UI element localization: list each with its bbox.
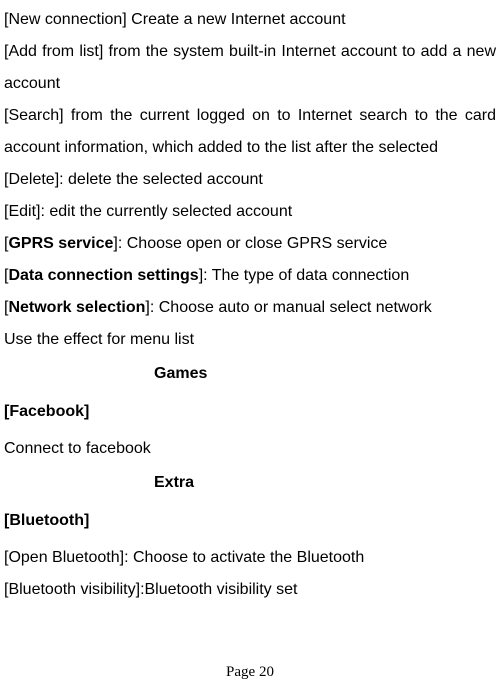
effect-line: Use the effect for menu list bbox=[4, 324, 496, 356]
item-desc: : delete the selected account bbox=[59, 171, 263, 188]
item-network-selection: [Network selection]: Choose auto or manu… bbox=[4, 292, 496, 324]
item-label: [Add from list] bbox=[4, 43, 103, 60]
item-label: [Open Bluetooth] bbox=[4, 549, 124, 566]
page-number: Page 20 bbox=[0, 664, 500, 681]
item-desc: from the current logged on to Internet s… bbox=[4, 107, 496, 156]
item-label: GPRS service bbox=[8, 235, 113, 252]
item-desc: Create a new Internet account bbox=[127, 11, 346, 28]
item-delete: [Delete]: delete the selected account bbox=[4, 164, 496, 196]
item-open-bluetooth: [Open Bluetooth]: Choose to activate the… bbox=[4, 542, 496, 574]
item-desc: : Choose to activate the Bluetooth bbox=[124, 549, 364, 566]
item-desc: : The type of data connection bbox=[203, 267, 409, 284]
item-desc: :Bluetooth visibility set bbox=[140, 581, 297, 598]
item-label: Network selection bbox=[8, 299, 145, 316]
section-heading-extra: Extra bbox=[154, 465, 496, 500]
item-desc: : Choose auto or manual select network bbox=[150, 299, 432, 316]
item-new-connection: [New connection] Create a new Internet a… bbox=[4, 4, 496, 36]
section-heading-games: Games bbox=[154, 356, 496, 391]
item-label: [Search] bbox=[4, 107, 64, 124]
item-search: [Search] from the current logged on to I… bbox=[4, 100, 496, 164]
item-facebook-label: [Facebook] bbox=[4, 391, 496, 433]
item-label: [New connection] bbox=[4, 11, 127, 28]
item-desc: : Choose open or close GPRS service bbox=[118, 235, 387, 252]
item-edit: [Edit]: edit the currently selected acco… bbox=[4, 196, 496, 228]
item-label: [Delete] bbox=[4, 171, 59, 188]
item-data-connection: [Data connection settings]: The type of … bbox=[4, 260, 496, 292]
item-label: Data connection settings bbox=[8, 267, 198, 284]
item-label: [Bluetooth visibility] bbox=[4, 581, 140, 598]
item-add-from-list: [Add from list] from the system built-in… bbox=[4, 36, 496, 100]
item-desc: : edit the currently selected account bbox=[40, 203, 292, 220]
item-bluetooth-label: [Bluetooth] bbox=[4, 500, 496, 542]
document-page: [New connection] Create a new Internet a… bbox=[0, 0, 500, 687]
item-label: [Edit] bbox=[4, 203, 40, 220]
item-gprs-service: [GPRS service]: Choose open or close GPR… bbox=[4, 228, 496, 260]
item-bt-visibility: [Bluetooth visibility]:Bluetooth visibil… bbox=[4, 574, 496, 606]
item-facebook-desc: Connect to facebook bbox=[4, 433, 496, 465]
